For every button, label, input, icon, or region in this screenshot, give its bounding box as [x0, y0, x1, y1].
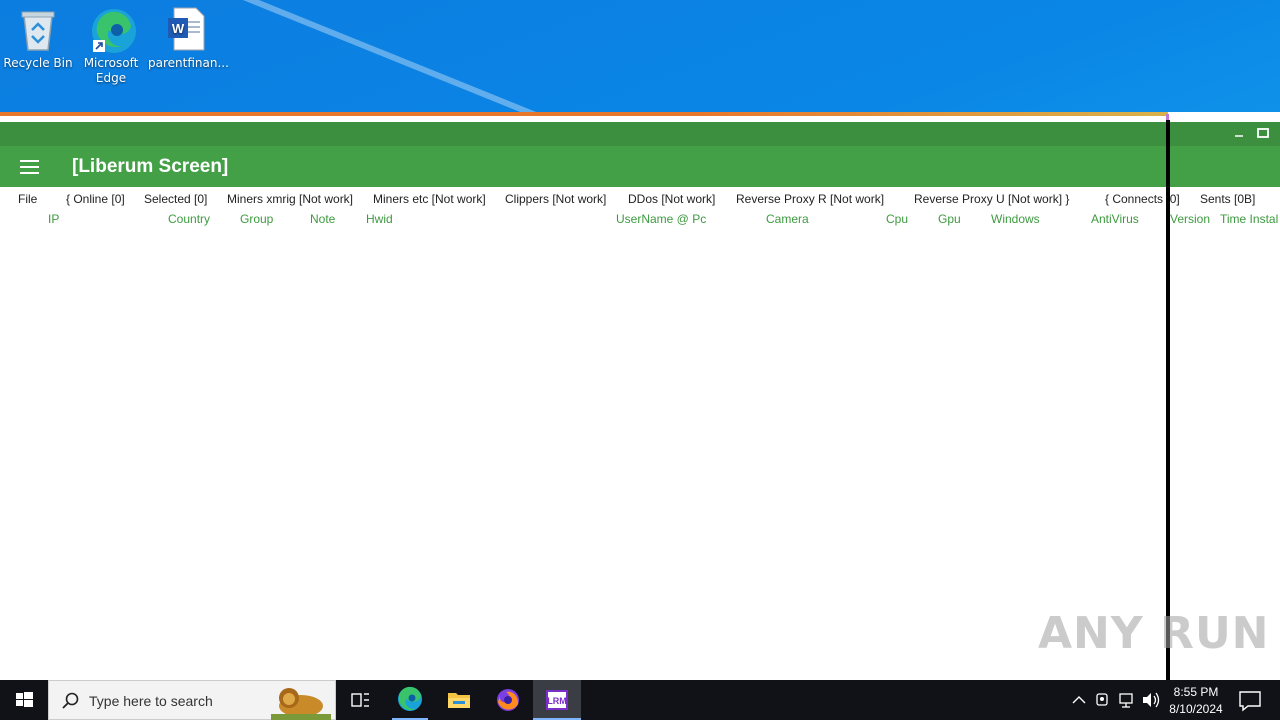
system-tray — [1068, 680, 1164, 720]
svg-text:W: W — [172, 21, 185, 36]
network-icon[interactable] — [1116, 680, 1138, 720]
desktop-icon-label: Recycle Bin — [3, 56, 73, 70]
menu-file[interactable]: File — [18, 192, 37, 206]
word-document-icon: W — [164, 6, 208, 52]
folder-icon — [448, 693, 470, 708]
menu-miners-etc[interactable]: Miners etc [Not work] — [373, 192, 486, 206]
chevron-up-icon[interactable] — [1068, 680, 1090, 720]
column-header-username-pc[interactable]: UserName @ Pc — [616, 212, 706, 226]
menu-sents[interactable]: Sents [0B] — [1200, 192, 1255, 206]
app-header: [Liberum Screen] — [0, 146, 1280, 187]
notification-icon — [1239, 691, 1261, 712]
notification-center-button[interactable] — [1226, 680, 1274, 720]
menu-ddos[interactable]: DDos [Not work] — [628, 192, 715, 206]
client-table-header: IP Country Group Note Hwid UserName @ Pc… — [0, 210, 1280, 228]
recycle-bin-icon — [16, 6, 60, 52]
column-header-hwid[interactable]: Hwid — [366, 212, 393, 226]
menu-miners-xmrig[interactable]: Miners xmrig [Not work] — [227, 192, 353, 206]
menu-online[interactable]: { Online [0] — [66, 192, 125, 206]
maximize-button[interactable] — [1255, 126, 1271, 142]
desktop-icon-label: parentfinan... — [148, 56, 229, 70]
vertical-splitter[interactable] — [1166, 120, 1170, 680]
taskbar-liberum-button[interactable]: LRM — [533, 680, 581, 720]
taskbar-edge-button[interactable] — [386, 680, 434, 720]
column-header-cpu[interactable]: Cpu — [886, 212, 908, 226]
edge-icon — [89, 6, 136, 53]
menu-reverse-proxy-u[interactable]: Reverse Proxy U [Not work] } — [914, 192, 1069, 206]
desktop-icon-edge[interactable]: Microsoft Edge — [73, 6, 149, 86]
desktop-icon-recycle-bin[interactable]: Recycle Bin — [0, 6, 76, 71]
search-icon — [62, 692, 79, 709]
taskbar: Type here to search LRM 8:55 PM 8/10/202… — [0, 680, 1280, 720]
menu-selected[interactable]: Selected [0] — [144, 192, 207, 206]
liberum-app-window: [Liberum Screen] File { Online [0] Selec… — [0, 112, 1280, 680]
column-header-antivirus[interactable]: AntiVirus — [1091, 212, 1139, 226]
meet-now-icon[interactable] — [1092, 680, 1114, 720]
volume-icon[interactable] — [1140, 680, 1162, 720]
column-header-note[interactable]: Note — [310, 212, 335, 226]
menu-reverse-proxy-r[interactable]: Reverse Proxy R [Not work] — [736, 192, 884, 206]
anyrun-watermark: ANY RUN — [1038, 608, 1270, 659]
task-view-icon — [351, 693, 369, 707]
app-title: [Liberum Screen] — [72, 156, 229, 177]
column-header-group[interactable]: Group — [240, 212, 273, 226]
hamburger-menu-icon[interactable] — [20, 160, 39, 174]
desktop-icon-label: Microsoft Edge — [83, 56, 139, 85]
column-header-version[interactable]: Version — [1170, 212, 1210, 226]
column-header-time-install[interactable]: Time Instal — [1220, 212, 1278, 226]
desktop-icon-word-document[interactable]: W parentfinan... — [148, 6, 229, 71]
minimize-button[interactable] — [1231, 126, 1247, 142]
column-header-country[interactable]: Country — [168, 212, 210, 226]
taskbar-clock[interactable]: 8:55 PM 8/10/2024 — [1166, 684, 1226, 718]
start-button[interactable] — [0, 680, 48, 720]
clock-date: 8/10/2024 — [1169, 702, 1223, 716]
svg-text:LRM: LRM — [547, 696, 567, 706]
liberum-app-icon: LRM — [546, 690, 568, 710]
window-top-accent-line — [0, 112, 1168, 116]
window-titlebar[interactable] — [0, 122, 1280, 146]
column-header-ip[interactable]: IP — [48, 212, 59, 226]
taskbar-file-explorer-button[interactable] — [435, 680, 483, 720]
search-highlight-lion-icon — [271, 688, 331, 720]
taskbar-search-box[interactable]: Type here to search — [48, 680, 336, 720]
top-menu-bar: File { Online [0] Selected [0] Miners xm… — [0, 190, 1280, 208]
column-header-gpu[interactable]: Gpu — [938, 212, 961, 226]
edge-icon — [398, 686, 422, 711]
menu-clippers[interactable]: Clippers [Not work] — [505, 192, 606, 206]
search-placeholder: Type here to search — [89, 693, 213, 709]
taskbar-firefox-button[interactable] — [484, 680, 532, 720]
column-header-windows[interactable]: Windows — [991, 212, 1040, 226]
task-view-button[interactable] — [336, 680, 384, 720]
windows-logo-icon — [16, 692, 33, 707]
firefox-icon — [497, 689, 519, 711]
clock-time: 8:55 PM — [1173, 685, 1219, 699]
column-header-camera[interactable]: Camera — [766, 212, 809, 226]
